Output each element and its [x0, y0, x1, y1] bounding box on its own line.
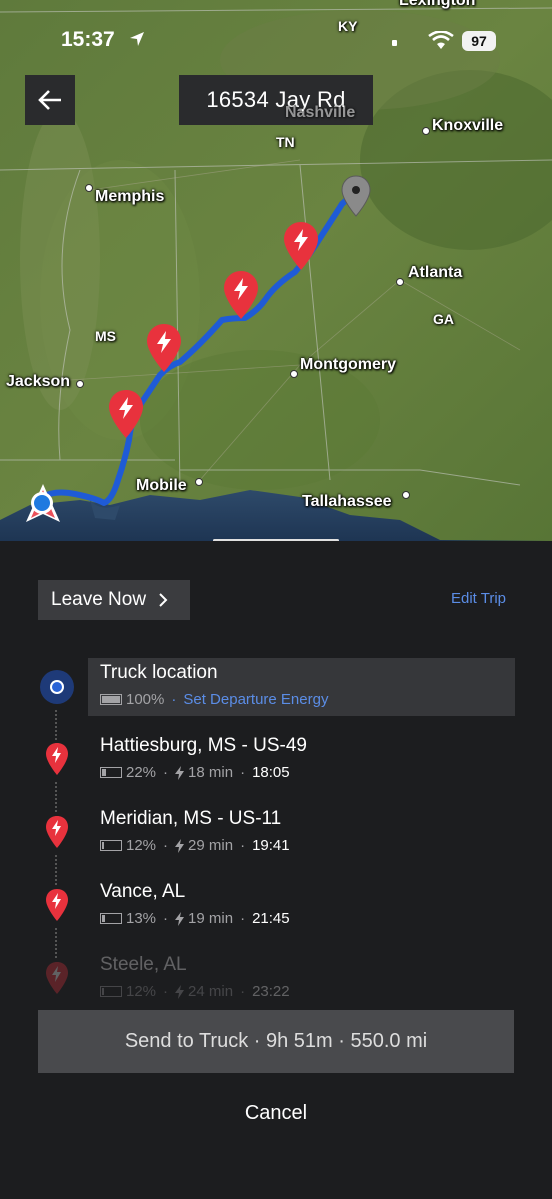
back-arrow-icon: [38, 90, 61, 110]
set-departure-energy-link[interactable]: Set Departure Energy: [183, 691, 328, 708]
wifi-icon: [428, 30, 454, 56]
city-dot: [195, 478, 203, 486]
signal-icon: [392, 40, 397, 46]
leave-now-button[interactable]: Leave Now: [38, 580, 190, 620]
stop-name: Steele, AL: [100, 954, 187, 975]
battery-icon: [100, 767, 122, 778]
city-dot: [76, 380, 84, 388]
city-label: Atlanta: [408, 264, 463, 281]
sheet-drag-handle[interactable]: [213, 539, 339, 541]
city-label: Nashville: [285, 104, 356, 121]
state-label: KY: [338, 18, 358, 34]
bolt-icon: [175, 838, 185, 853]
city-label: Tallahassee: [302, 493, 392, 510]
city-label: Jackson: [6, 373, 71, 390]
arrival-energy: 12%: [126, 983, 157, 1000]
city-label: Knoxville: [432, 117, 504, 134]
origin-meta: 100% · Set Departure Energy: [100, 691, 328, 708]
city-dot: [290, 370, 298, 378]
charge-time: 24 min: [188, 983, 234, 1000]
city-dot: [402, 491, 410, 499]
stop-meta: 12% · 29 min · 19:41: [100, 837, 290, 854]
charger-pin-icon: [46, 962, 68, 994]
arrival-energy: 13%: [126, 910, 157, 927]
origin-row[interactable]: Truck location 100% · Set Departure Ener…: [88, 658, 515, 716]
send-to-truck-button[interactable]: Send to Truck · 9h 51m · 550.0 mi: [38, 1010, 514, 1073]
city-dot: [396, 278, 404, 286]
city-dot: [85, 184, 93, 192]
charger-pin-icon[interactable]: [107, 388, 145, 440]
city-label: Memphis: [95, 188, 165, 205]
charging-stop-row[interactable]: Meridian, MS - US-11 12% · 29 min · 19:4…: [88, 804, 515, 862]
charger-pin-icon: [46, 889, 68, 921]
arrival-time: 19:41: [252, 837, 290, 854]
charger-pin-icon[interactable]: [222, 269, 260, 321]
battery-icon: [100, 986, 122, 997]
destination-pin-icon[interactable]: [340, 174, 372, 218]
stop-meta: 12% · 24 min · 23:22: [100, 983, 290, 1000]
timeline-connector: [55, 928, 59, 958]
arrival-time: 18:05: [252, 764, 290, 781]
state-label: MS: [95, 328, 116, 344]
battery-icon: 97: [462, 31, 496, 51]
charging-stop-row[interactable]: Hattiesburg, MS - US-49 22% · 18 min · 1…: [88, 731, 515, 789]
arrival-energy: 22%: [126, 764, 157, 781]
stop-name: Hattiesburg, MS - US-49: [100, 735, 307, 756]
city-label: Montgomery: [300, 356, 396, 373]
truck-location-icon[interactable]: [22, 482, 64, 526]
origin-energy: 100%: [126, 691, 165, 708]
charging-stop-row[interactable]: Vance, AL 13% · 19 min · 21:45: [88, 877, 515, 935]
charge-time: 18 min: [188, 764, 234, 781]
location-arrow-icon: [128, 30, 146, 53]
stop-name: Meridian, MS - US-11: [100, 808, 282, 829]
timeline-connector: [55, 855, 59, 885]
charge-time: 29 min: [188, 837, 234, 854]
edit-trip-link[interactable]: Edit Trip: [451, 590, 506, 607]
leave-now-label: Leave Now: [51, 589, 147, 610]
stop-name: Vance, AL: [100, 881, 186, 902]
arrival-time: 23:22: [252, 983, 290, 1000]
charging-stop-row[interactable]: Steele, AL 12% · 24 min · 23:22: [88, 950, 515, 1008]
arrival-time: 21:45: [252, 910, 290, 927]
back-button[interactable]: [25, 75, 75, 125]
charger-pin-icon: [46, 816, 68, 848]
timeline-connector: [55, 782, 59, 812]
charge-time: 19 min: [188, 910, 234, 927]
stop-meta: 13% · 19 min · 21:45: [100, 910, 290, 927]
bolt-icon: [175, 984, 185, 999]
status-bar: 15:37 97: [0, 22, 552, 62]
charger-pin-icon: [46, 743, 68, 775]
timeline-connector: [55, 710, 59, 740]
battery-icon: [100, 840, 122, 851]
bolt-icon: [175, 765, 185, 780]
arrival-energy: 12%: [126, 837, 157, 854]
origin-name: Truck location: [100, 662, 218, 683]
city-label: Lexington: [399, 0, 476, 9]
battery-icon: [100, 694, 122, 705]
chevron-right-icon: [159, 593, 168, 607]
map-view[interactable]: 15:37 97 16534 Jay Rd Lexington Nashvill…: [0, 0, 552, 541]
origin-dot-icon: [40, 670, 74, 704]
battery-icon: [100, 913, 122, 924]
state-label: TN: [276, 134, 295, 150]
charger-pin-icon[interactable]: [282, 220, 320, 272]
city-dot: [422, 127, 430, 135]
city-label: Mobile: [136, 477, 187, 494]
stop-meta: 22% · 18 min · 18:05: [100, 764, 290, 781]
status-time: 15:37: [61, 28, 115, 51]
bolt-icon: [175, 911, 185, 926]
cancel-button[interactable]: Cancel: [0, 1102, 552, 1125]
charger-pin-icon[interactable]: [145, 322, 183, 374]
state-label: GA: [433, 311, 454, 327]
